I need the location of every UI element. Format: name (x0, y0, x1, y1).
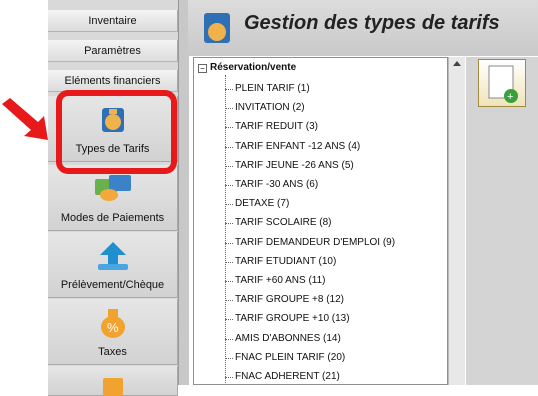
new-document-icon: + (488, 65, 518, 103)
scroll-up-icon[interactable] (453, 61, 461, 66)
tree-branch-line (225, 338, 233, 340)
tree-item[interactable]: TARIF GROUPE +8 (12) (235, 294, 344, 305)
nav-prelevement-cheque[interactable]: Prélèvement/Chèque (48, 232, 178, 298)
left-nav: Inventaire Paramètres Eléments financier… (48, 0, 178, 396)
nav-taxes[interactable]: % Taxes (48, 299, 178, 365)
tree-root[interactable]: Réservation/vente (210, 62, 296, 73)
tree-item[interactable]: FNAC ADHERENT (21) (235, 371, 340, 382)
tree-branch-line (225, 357, 233, 359)
nav-label: Taxes (98, 346, 127, 358)
tree-item[interactable]: TARIF -30 ANS (6) (235, 179, 318, 190)
tab-elements-financiers[interactable]: Eléments financiers (48, 70, 178, 92)
tree-branch-line (225, 127, 233, 129)
percent-bag-icon: % (100, 309, 125, 338)
tree-branch-line (225, 146, 233, 148)
tree-item[interactable]: TARIF REDUIT (3) (235, 121, 318, 132)
tree-branch-line (225, 377, 233, 378)
tree-item[interactable]: FNAC PLEIN TARIF (20) (235, 352, 345, 363)
new-item-button[interactable]: + (478, 59, 526, 107)
tree-item[interactable]: TARIF JEUNE -26 ANS (5) (235, 160, 354, 171)
tree-branch-line (225, 281, 233, 282)
tree-branch-line (225, 223, 233, 225)
tree-item[interactable]: TARIF SCOLAIRE (8) (235, 217, 332, 228)
tree-item[interactable]: TARIF ENFANT -12 ANS (4) (235, 141, 360, 152)
pound-note-icon (102, 378, 123, 396)
tree-item[interactable]: DETAXE (7) (235, 198, 289, 209)
svg-text:%: % (107, 320, 119, 335)
nav-modes-de-paiements[interactable]: Modes de Paiements (48, 165, 178, 231)
svg-text:+: + (507, 91, 513, 103)
tree-item[interactable]: AMIS D'ABONNES (14) (235, 333, 341, 344)
tree-item[interactable]: TARIF ETUDIANT (10) (235, 256, 336, 267)
tree-item[interactable]: TARIF GROUPE +10 (13) (235, 313, 350, 324)
tree-scrollbar[interactable] (448, 57, 465, 385)
tree-branch-line (225, 300, 233, 302)
tree-item[interactable]: INVITATION (2) (235, 102, 305, 113)
tariff-tree[interactable]: − Réservation/vente PLEIN TARIF (1) INVIT… (193, 57, 448, 385)
nav-more[interactable] (48, 366, 178, 396)
highlight-frame (56, 90, 177, 174)
tree-branch-line (225, 204, 233, 206)
tree-item[interactable]: TARIF DEMANDEUR D'EMPLOI (9) (235, 237, 395, 248)
tab-parametres[interactable]: Paramètres (48, 40, 178, 62)
tree-branch-line (225, 89, 233, 90)
tree-branch-line (225, 242, 233, 244)
tree-item[interactable]: PLEIN TARIF (1) (235, 83, 310, 94)
nav-label: Modes de Paiements (60, 212, 165, 224)
tree-branch-line (225, 108, 233, 110)
nav-label: Prélèvement/Chèque (60, 279, 165, 291)
page-header: Gestion des types de tarifs (188, 0, 538, 56)
page-title: Gestion des types de tarifs (244, 12, 500, 34)
tree-branch-line (225, 261, 233, 263)
tree-branch-line (225, 165, 233, 167)
tree-branch-line (225, 319, 233, 321)
action-panel: + (466, 57, 538, 385)
nav-separator (178, 0, 189, 385)
tree-item[interactable]: TARIF +60 ANS (11) (235, 275, 326, 286)
payment-cards-icon (94, 175, 131, 201)
tree-branch-line (225, 185, 233, 186)
money-bag-icon (204, 13, 230, 43)
upload-arrow-icon (97, 242, 128, 270)
tab-inventaire[interactable]: Inventaire (48, 10, 178, 32)
collapse-toggle-icon[interactable]: − (198, 64, 207, 73)
